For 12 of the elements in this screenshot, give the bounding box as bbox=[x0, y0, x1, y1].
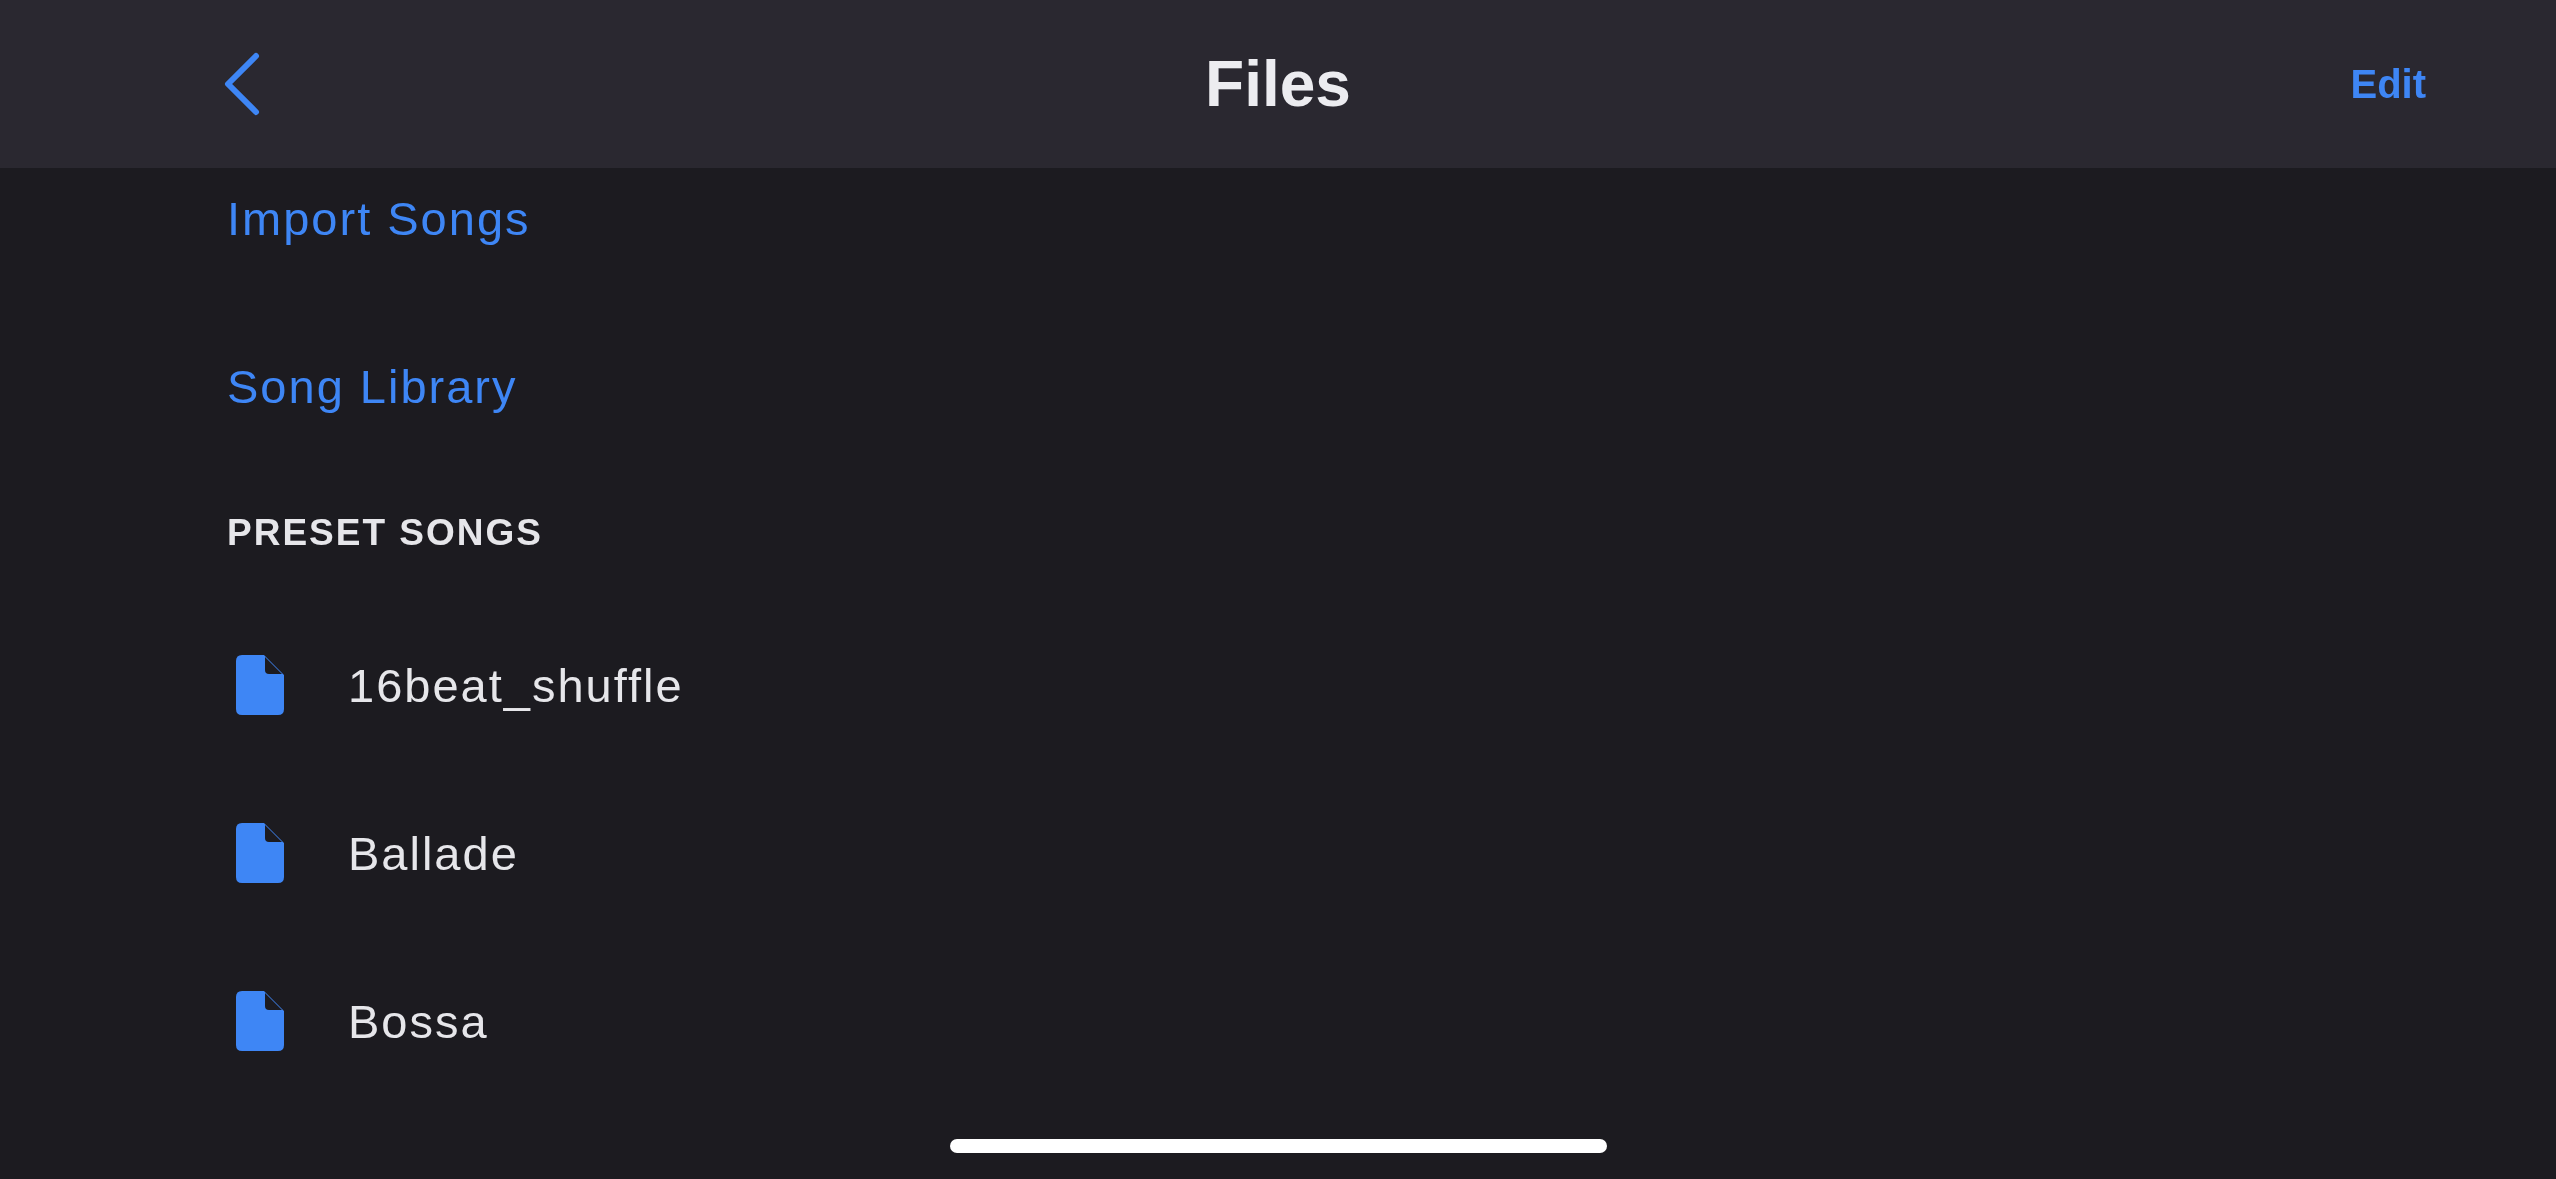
menu-link[interactable]: Import Songs bbox=[227, 168, 531, 268]
document-icon bbox=[236, 991, 284, 1051]
edit-button[interactable]: Edit bbox=[2350, 53, 2426, 115]
document-icon bbox=[236, 823, 284, 883]
back-icon[interactable] bbox=[222, 52, 262, 116]
file-name[interactable]: Ballade bbox=[348, 825, 519, 881]
screen-title: Files bbox=[1205, 47, 1351, 121]
document-icon bbox=[236, 655, 284, 715]
file-name[interactable]: 16beat_shuffle bbox=[348, 657, 684, 713]
section-header: PRESET SONGS bbox=[227, 511, 543, 555]
menu-link[interactable]: Song Library bbox=[227, 336, 518, 436]
file-name[interactable]: Bossa bbox=[348, 993, 489, 1049]
